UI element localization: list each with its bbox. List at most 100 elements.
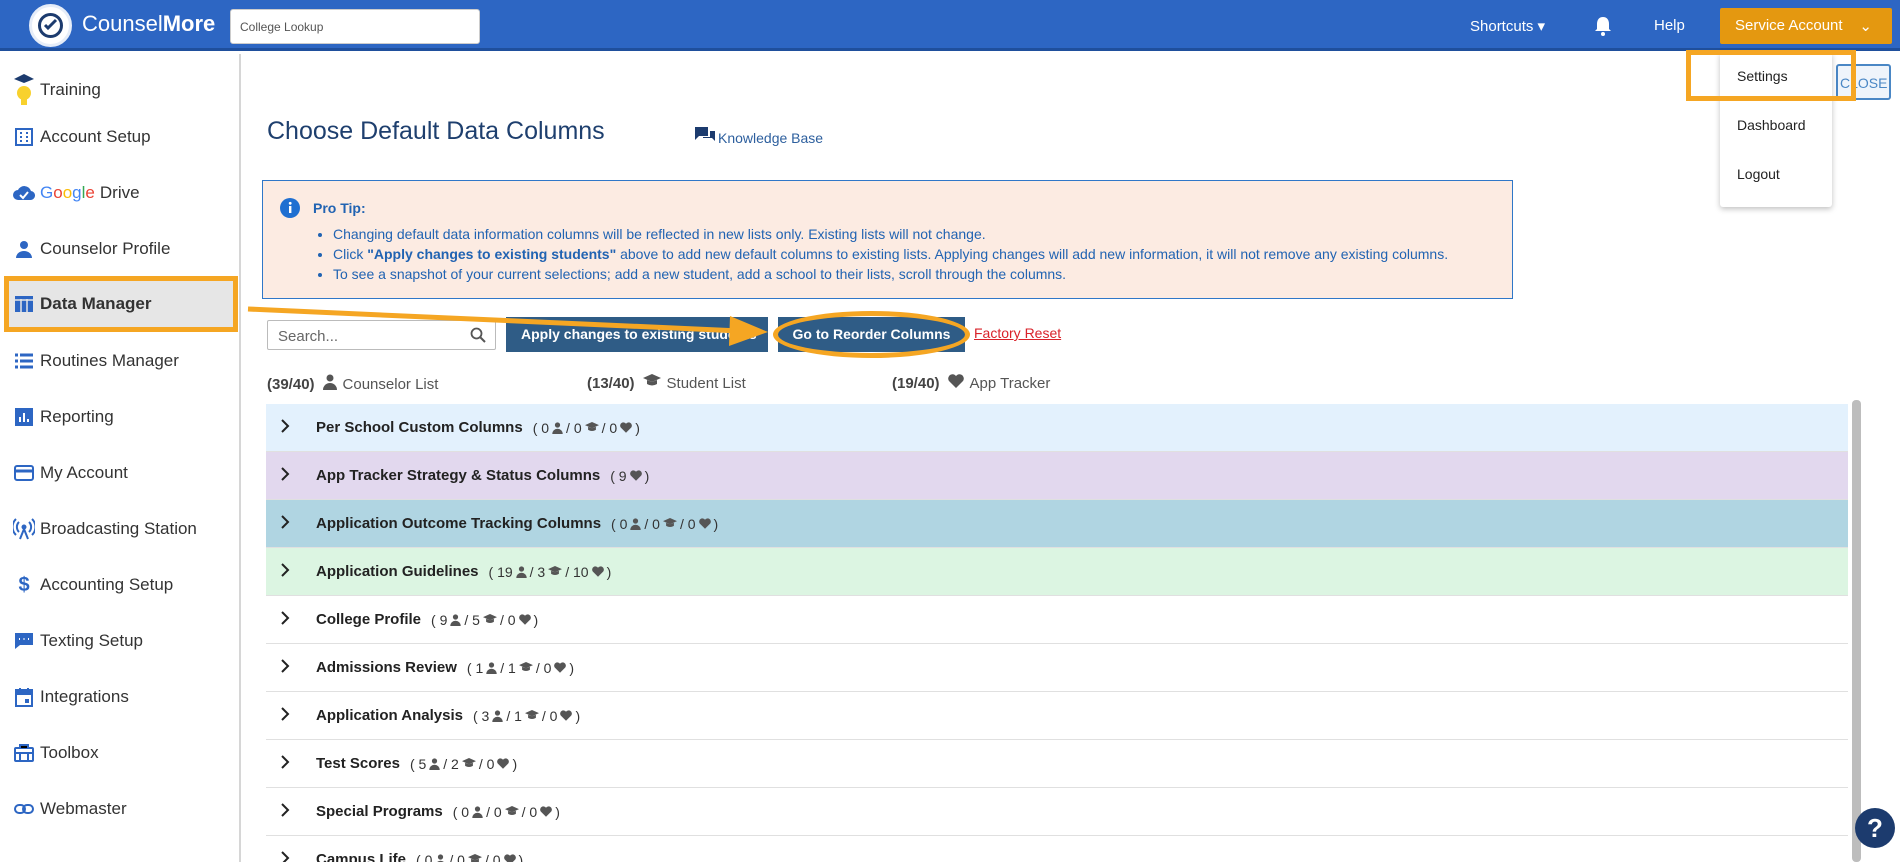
category-row[interactable]: Per School Custom Columns ( 0 / 0 / 0 ) — [266, 404, 1848, 452]
category-counts: ( 0 / 0 / 0 ) — [416, 852, 523, 862]
sidebar-item-my-account[interactable]: My Account — [12, 453, 238, 493]
pro-tip-list: Changing default data information column… — [333, 224, 1448, 284]
category-counts: ( 19 / 3 / 10 ) — [488, 563, 612, 580]
link-icon — [12, 797, 36, 821]
count-student-list: (13/40) Student List — [587, 374, 746, 392]
chevron-right-icon — [280, 802, 294, 821]
graduation-cap-icon — [642, 374, 661, 392]
person-icon — [322, 374, 337, 394]
sidebar-item-account-setup[interactable]: Account Setup — [12, 117, 238, 157]
category-counts: ( 1 / 1 / 0 ) — [466, 659, 575, 676]
sidebar-item-training[interactable]: Training — [12, 64, 238, 116]
chevron-right-icon — [280, 562, 294, 581]
sidebar-item-reporting[interactable]: Reporting — [12, 397, 238, 437]
counselmore-logo[interactable] — [29, 4, 72, 47]
dollar-icon: $ — [18, 573, 30, 596]
category-counts: ( 3 / 1 / 0 ) — [472, 707, 581, 724]
cloud-check-icon — [12, 181, 36, 205]
info-icon — [280, 198, 300, 222]
scrollbar[interactable] — [1852, 400, 1861, 862]
category-counts: ( 0 / 0 / 0 ) — [611, 515, 719, 532]
category-name: Application Analysis — [316, 707, 463, 724]
category-counts: ( 5 / 2 / 0 ) — [409, 755, 518, 772]
category-name: App Tracker Strategy & Status Columns — [316, 467, 601, 484]
caret-down-icon: ▾ — [1537, 18, 1546, 35]
category-name: Application Guidelines — [316, 563, 479, 580]
menu-item-logout[interactable]: Logout — [1737, 166, 1780, 182]
chevron-right-icon — [280, 850, 294, 862]
chevron-right-icon — [280, 418, 294, 437]
category-name: Test Scores — [316, 755, 400, 772]
sidebar-item-data-manager[interactable]: Data Manager — [4, 276, 238, 332]
category-row[interactable]: Admissions Review ( 1 / 1 / 0 ) — [266, 644, 1848, 692]
knowledge-base-link[interactable]: Knowledge Base — [694, 126, 823, 149]
chat-bubbles-icon — [694, 126, 716, 149]
category-name: College Profile — [316, 611, 422, 628]
calendar-icon — [12, 685, 36, 709]
search-input[interactable]: Search... — [267, 320, 496, 350]
pro-tip-box: Pro Tip: Changing default data informati… — [262, 180, 1513, 299]
person-icon — [12, 237, 36, 261]
lightbulb-icon — [12, 74, 36, 105]
category-row[interactable]: Special Programs ( 0 / 0 / 0 ) — [266, 788, 1848, 836]
sidebar-item-webmaster[interactable]: Webmaster — [12, 789, 238, 829]
category-counts: ( 0 / 0 / 0 ) — [452, 803, 560, 820]
sidebar-item-toolbox[interactable]: Toolbox — [12, 733, 238, 773]
bar-chart-icon — [12, 405, 36, 429]
category-row[interactable]: Campus Life ( 0 / 0 / 0 ) — [266, 836, 1848, 862]
category-list: Per School Custom Columns( 0 / 0 / 0 ) Ap… — [266, 404, 1848, 862]
building-icon — [12, 125, 36, 149]
heart-icon — [947, 374, 964, 392]
category-name: Special Programs — [316, 803, 443, 820]
toolbox-icon — [12, 741, 36, 765]
count-counselor-list: (39/40) Counselor List — [267, 374, 439, 394]
credit-card-icon — [12, 461, 36, 485]
category-row[interactable]: College Profile ( 9 / 5 / 0 ) — [266, 596, 1848, 644]
category-row[interactable]: App Tracker Strategy & Status Columns ( 9… — [266, 452, 1848, 500]
chevron-right-icon — [280, 514, 294, 533]
bell-icon[interactable] — [1594, 16, 1612, 40]
help-link[interactable]: Help — [1654, 17, 1685, 34]
category-name: Application Outcome Tracking Columns — [316, 515, 602, 532]
category-row[interactable]: Application Guidelines ( 19 / 3 / 10 ) — [266, 548, 1848, 596]
list-icon — [12, 349, 36, 373]
sidebar-item-routines-manager[interactable]: Routines Manager — [12, 341, 238, 381]
chevron-right-icon — [280, 658, 294, 677]
pro-tip-line: Changing default data information column… — [333, 224, 1448, 244]
college-lookup-input[interactable]: College Lookup — [230, 9, 480, 44]
google-wordmark: Google — [40, 183, 95, 202]
settings-highlight — [1686, 50, 1856, 101]
chevron-down-icon: ⌄ — [1859, 18, 1872, 35]
category-name: Per School Custom Columns — [316, 419, 523, 436]
sidebar: Training Account Setup Google Drive Coun… — [0, 54, 241, 862]
sidebar-item-broadcasting-station[interactable]: Broadcasting Station — [12, 509, 238, 549]
chevron-right-icon — [280, 706, 294, 725]
factory-reset-link[interactable]: Factory Reset — [974, 325, 1061, 341]
page-title: Choose Default Data Columns — [267, 117, 605, 145]
pro-tip-line: Click "Apply changes to existing student… — [333, 244, 1448, 264]
pro-tip-line: To see a snapshot of your current select… — [333, 264, 1448, 284]
count-app-tracker: (19/40) App Tracker — [892, 374, 1051, 392]
broadcast-icon — [12, 517, 36, 541]
brand-name[interactable]: CounselMore — [82, 11, 215, 37]
category-row[interactable]: Application Analysis ( 3 / 1 / 0 ) — [266, 692, 1848, 740]
category-counts: ( 9 ) — [610, 467, 650, 484]
service-account-button[interactable]: Service Account ⌄ — [1720, 8, 1892, 44]
sidebar-item-accounting-setup[interactable]: $ Accounting Setup — [12, 565, 238, 605]
menu-item-dashboard[interactable]: Dashboard — [1737, 117, 1806, 133]
category-counts: ( 0 / 0 / 0 ) — [532, 419, 640, 436]
sidebar-item-texting-setup[interactable]: Texting Setup — [12, 621, 238, 661]
table-icon — [12, 292, 36, 316]
help-question-button[interactable]: ? — [1855, 808, 1895, 848]
sidebar-item-counselor-profile[interactable]: Counselor Profile — [12, 229, 238, 269]
reorder-highlight-ring — [773, 311, 970, 358]
sidebar-item-google-drive[interactable]: Google Drive — [12, 173, 238, 213]
search-icon — [470, 327, 486, 347]
shortcuts-menu[interactable]: Shortcuts ▾ — [1470, 17, 1545, 35]
sidebar-item-integrations[interactable]: Integrations — [12, 677, 238, 717]
chevron-right-icon — [280, 466, 294, 485]
chat-icon — [12, 629, 36, 653]
category-row[interactable]: Test Scores ( 5 / 2 / 0 ) — [266, 740, 1848, 788]
apply-changes-button[interactable]: Apply changes to existing students — [506, 317, 768, 352]
category-row[interactable]: Application Outcome Tracking Columns ( 0 … — [266, 500, 1848, 548]
